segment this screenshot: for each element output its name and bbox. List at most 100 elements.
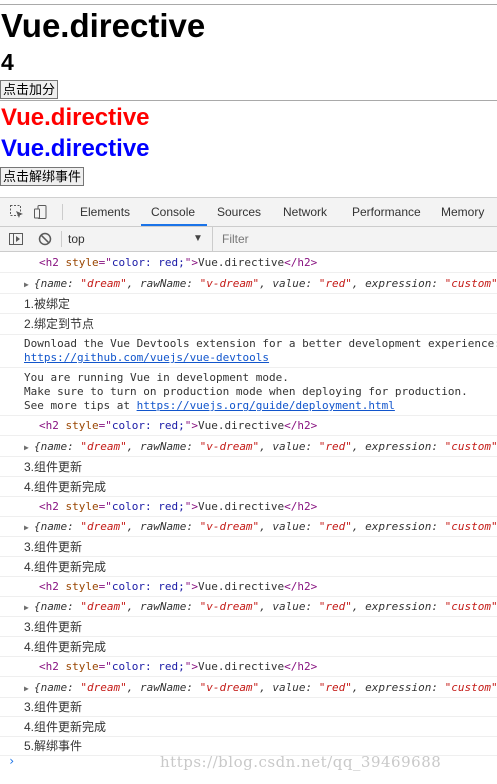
tab-sources[interactable]: Sources <box>217 198 261 226</box>
obj-key: , rawName: <box>126 277 200 290</box>
element-close-bracket: "> <box>184 500 198 513</box>
tab-network[interactable]: Network <box>283 198 327 226</box>
element-text: Vue.directive <box>197 419 285 432</box>
red-directive-heading: Vue.directive <box>1 104 150 131</box>
top-divider <box>0 4 497 5</box>
obj-key: , expression: <box>351 440 445 453</box>
page-title: Vue.directive <box>1 7 206 44</box>
obj-val: "v-dream" <box>199 440 260 453</box>
tab-console[interactable]: Console <box>151 198 195 226</box>
expand-triangle-icon[interactable]: ▶ <box>24 598 34 616</box>
unbind-event-button[interactable]: 点击解绑事件 <box>0 167 85 186</box>
obj-val: "dream" <box>80 600 127 613</box>
obj-key: , value: <box>259 277 319 290</box>
console-element-log[interactable]: <h2 style="color: red;">Vue.directive</h… <box>0 416 497 436</box>
deployment-guide-link[interactable]: https://vuejs.org/guide/deployment.html <box>137 399 395 412</box>
console-log-line: 3.组件更新 <box>0 698 497 717</box>
obj-val: "dream" <box>80 277 127 290</box>
obj-val: "dream" <box>80 440 127 453</box>
console-devtools-notice: Download the Vue Devtools extension for … <box>0 335 497 368</box>
watermark: https://blog.csdn.net/qq_39469688 <box>160 753 442 771</box>
obj-key: , rawName: <box>126 600 200 613</box>
element-attr: style <box>65 660 99 673</box>
console-object-log[interactable]: ▶ {name: "dream", rawName: "v-dream", val… <box>0 273 497 294</box>
tab-performance[interactable]: Performance <box>352 198 421 226</box>
obj-val: "red" <box>318 440 352 453</box>
devtools-link[interactable]: https://github.com/vuejs/vue-devtools <box>24 351 497 365</box>
expand-triangle-icon[interactable]: ▶ <box>24 678 34 697</box>
element-open-tag: <h2 <box>39 500 66 513</box>
obj-val: "custom" <box>444 681 497 694</box>
console-prompt-icon[interactable]: › <box>8 754 15 768</box>
element-close-bracket: "> <box>184 256 198 269</box>
element-close-bracket: "> <box>184 580 198 593</box>
obj-key: , expression: <box>351 277 445 290</box>
console-element-log[interactable]: <h2 style="color: red;">Vue.directive</h… <box>0 577 497 597</box>
dev-mode-line-1: You are running Vue in development mode. <box>24 371 289 384</box>
console-log-line: 2.绑定到节点 <box>0 314 497 335</box>
element-attr: style <box>65 500 99 513</box>
console-log-line: 3.组件更新 <box>0 537 497 557</box>
console-object-log[interactable]: ▶ {name: "dream", rawName: "v-dream", val… <box>0 436 497 457</box>
element-attr-value: color: red; <box>111 500 185 513</box>
console-filter-input[interactable]: Filter <box>212 227 497 251</box>
console-object-log[interactable]: ▶ {name: "dream", rawName: "v-dream", val… <box>0 517 497 537</box>
obj-key: {name: <box>34 277 81 290</box>
obj-key: {name: <box>34 440 81 453</box>
console-element-log[interactable]: <h2 style="color: red;">Vue.directive</h… <box>0 497 497 517</box>
obj-key: , expression: <box>351 600 445 613</box>
expand-triangle-icon[interactable]: ▶ <box>24 518 34 536</box>
tab-elements[interactable]: Elements <box>80 198 130 226</box>
console-element-log[interactable]: <h2 style="color: red;">Vue.directive</h… <box>0 252 497 273</box>
element-attr-value: color: red; <box>111 419 185 432</box>
console-log-line: 1.被绑定 <box>0 294 497 314</box>
sidebar-toggle-icon[interactable] <box>8 231 24 247</box>
console-log-line: 4.组件更新完成 <box>0 477 497 497</box>
devtools-panel: Elements Console Sources Network Perform… <box>0 197 497 784</box>
obj-key: , value: <box>259 520 319 533</box>
obj-val: "v-dream" <box>199 520 260 533</box>
obj-val: "custom" <box>444 600 497 613</box>
element-open-tag: <h2 <box>39 580 66 593</box>
element-attr-value: color: red; <box>111 580 185 593</box>
console-object-log[interactable]: ▶ {name: "dream", rawName: "v-dream", val… <box>0 597 497 617</box>
obj-key: {name: <box>34 520 81 533</box>
obj-val: "v-dream" <box>199 600 260 613</box>
obj-key: {name: <box>34 600 81 613</box>
expand-triangle-icon[interactable]: ▶ <box>24 437 34 456</box>
element-end-tag: </h2> <box>284 419 318 432</box>
inspect-element-icon[interactable] <box>9 204 25 220</box>
element-close-bracket: "> <box>184 660 198 673</box>
obj-val: "custom" <box>444 520 497 533</box>
element-text: Vue.directive <box>197 256 285 269</box>
dev-mode-line-2: Make sure to turn on production mode whe… <box>24 385 468 398</box>
element-attr: style <box>65 419 99 432</box>
console-log-line: 3.组件更新 <box>0 457 497 477</box>
element-text: Vue.directive <box>197 660 285 673</box>
console-log-line: 4.组件更新完成 <box>0 717 497 737</box>
obj-val: "custom" <box>444 440 497 453</box>
obj-val: "v-dream" <box>199 681 260 694</box>
obj-key: , value: <box>259 681 319 694</box>
middle-divider <box>0 100 497 101</box>
clear-console-icon[interactable] <box>37 231 53 247</box>
element-eq: =" <box>98 660 112 673</box>
obj-key: {name: <box>34 681 81 694</box>
element-attr-value: color: red; <box>111 256 185 269</box>
tab-memory[interactable]: Memory <box>441 198 484 226</box>
add-score-button[interactable]: 点击加分 <box>0 80 59 99</box>
context-dropdown-arrow-icon[interactable]: ▼ <box>193 227 203 251</box>
toolbar-separator <box>62 204 63 220</box>
obj-key: , rawName: <box>126 681 200 694</box>
console-dev-mode-notice: You are running Vue in development mode.… <box>0 368 497 416</box>
device-toolbar-icon[interactable] <box>33 204 49 220</box>
console-object-log[interactable]: ▶ {name: "dream", rawName: "v-dream", val… <box>0 677 497 698</box>
element-eq: =" <box>98 419 112 432</box>
console-element-log[interactable]: <h2 style="color: red;">Vue.directive</h… <box>0 657 497 677</box>
expand-triangle-icon[interactable]: ▶ <box>24 274 34 293</box>
element-attr-value: color: red; <box>111 660 185 673</box>
dev-mode-line-3: See more tips at <box>24 399 137 412</box>
console-log-line: 4.组件更新完成 <box>0 637 497 657</box>
obj-val: "dream" <box>80 681 127 694</box>
context-selector[interactable]: top <box>68 227 206 251</box>
